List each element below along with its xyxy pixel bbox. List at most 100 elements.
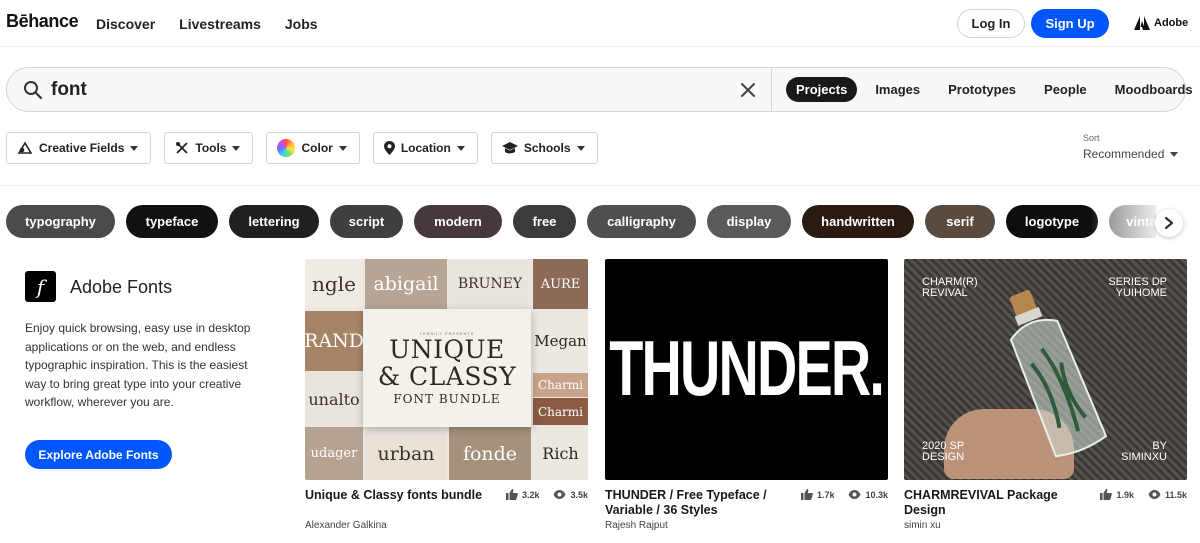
search-input[interactable]	[51, 76, 751, 104]
login-button[interactable]: Log In	[957, 9, 1025, 38]
font-sample-tile: RAND	[305, 311, 364, 371]
project-card[interactable]: THUNDER. THUNDER / Free Typeface / Varia…	[605, 259, 888, 540]
nav-link-livestreams[interactable]: Livestreams	[179, 16, 261, 32]
tag-chip-free[interactable]: free	[513, 205, 576, 238]
related-tags-row: typography typeface lettering script modern f…	[6, 205, 1156, 239]
project-card[interactable]: ngle abigail BRUNEY AURE RAND Megan unal…	[305, 259, 588, 540]
project-thumbnail[interactable]: ngle abigail BRUNEY AURE RAND Megan unal…	[305, 259, 588, 480]
pack-label-bottom-right: BY SIMINXU	[1121, 440, 1167, 463]
font-sample-tile: abigail	[365, 259, 447, 309]
tab-images[interactable]: Images	[865, 77, 930, 102]
eye-icon	[553, 490, 566, 499]
project-card[interactable]: CHARM(R) REVIVAL SERIES DP YUIHOME 2020 …	[904, 259, 1187, 540]
chevron-down-icon	[456, 145, 465, 151]
project-meta: THUNDER / Free Typeface / Variable / 36 …	[605, 480, 888, 540]
project-meta: Unique & Classy fonts bundle Alexander G…	[305, 480, 588, 540]
project-author[interactable]: Alexander Galkina	[305, 520, 387, 531]
search-bar: Projects Images Prototypes People Moodbo…	[6, 67, 1193, 112]
color-wheel-icon	[277, 139, 296, 157]
project-author[interactable]: simin xu	[904, 520, 941, 531]
font-sample-tile: Charmi	[533, 373, 588, 397]
project-title[interactable]: CHARMREVIVAL Package Design	[904, 488, 1084, 518]
project-thumbnail[interactable]: CHARM(R) REVIVAL SERIES DP YUIHOME 2020 …	[904, 259, 1187, 480]
section-divider	[0, 185, 1200, 186]
signup-button[interactable]: Sign Up	[1031, 9, 1109, 38]
project-title[interactable]: THUNDER / Free Typeface / Variable / 36 …	[605, 488, 785, 518]
filter-location[interactable]: Location	[372, 132, 478, 164]
filter-label: Schools	[523, 141, 571, 155]
tag-chip-serif[interactable]: serif	[925, 205, 995, 238]
pack-label-bottom-left: 2020 SP DESIGN	[922, 440, 965, 463]
thunder-wordmark: THUNDER.	[609, 326, 886, 413]
font-sample-tile: BRUNEY	[449, 259, 531, 309]
font-sample-tile: udager	[305, 427, 363, 480]
view-count: 11.5k	[1164, 489, 1187, 500]
tab-people[interactable]: People	[1034, 77, 1097, 102]
chevron-down-icon	[576, 145, 585, 151]
search-icon	[24, 81, 43, 100]
tag-chip-modern[interactable]: modern	[414, 205, 502, 238]
tag-chip-typeface[interactable]: typeface	[126, 205, 218, 238]
project-stats: 1.9k 11.5k	[1100, 489, 1187, 500]
behance-logo[interactable]: Bēhance	[6, 11, 79, 32]
sort-dropdown[interactable]: Sort Recommended	[1083, 133, 1179, 161]
filter-tools[interactable]: Tools	[164, 132, 254, 164]
filter-label: Tools	[195, 141, 227, 155]
tag-chip-handwritten[interactable]: handwritten	[802, 205, 914, 238]
cover-line-2: & CLASSY	[377, 361, 517, 391]
adobe-link[interactable]: Adobe	[1134, 16, 1188, 30]
location-pin-icon	[383, 141, 395, 155]
thumbs-up-icon	[1100, 489, 1113, 500]
explore-adobe-fonts-button[interactable]: Explore Adobe Fonts	[25, 440, 172, 469]
sort-label: Sort	[1083, 133, 1100, 143]
graduation-cap-icon	[501, 142, 518, 154]
project-stats: 1.7k 10.3k	[800, 489, 888, 500]
clear-search-icon[interactable]	[739, 81, 757, 99]
tag-chip-logotype[interactable]: logotype	[1006, 205, 1098, 238]
font-sample-tile: Charmi	[533, 398, 588, 425]
font-sample-tile: Rich	[533, 427, 588, 480]
tag-chip-lettering[interactable]: lettering	[229, 205, 319, 238]
tab-prototypes[interactable]: Prototypes	[938, 77, 1026, 102]
like-count: 3.2k	[521, 489, 540, 500]
filter-schools[interactable]: Schools	[490, 132, 598, 164]
filter-label: Color	[301, 141, 333, 155]
tag-chip-display[interactable]: display	[707, 205, 791, 238]
nav-link-discover[interactable]: Discover	[96, 16, 155, 32]
project-title[interactable]: Unique & Classy fonts bundle	[305, 488, 485, 503]
project-thumbnail[interactable]: THUNDER.	[605, 259, 888, 480]
tag-chip-typography[interactable]: typography	[6, 205, 115, 238]
tag-chip-calligraphy[interactable]: calligraphy	[587, 205, 696, 238]
pack-label-top-right: SERIES DP YUIHOME	[1108, 276, 1167, 299]
filter-creative-fields[interactable]: Creative Fields	[6, 132, 152, 164]
thumbs-up-icon	[505, 489, 518, 500]
tab-projects[interactable]: Projects	[786, 77, 858, 102]
font-sample-tile: Megan	[533, 311, 588, 371]
chips-next-button[interactable]	[1155, 209, 1183, 237]
tab-moodboards[interactable]: Moodboards	[1105, 77, 1200, 102]
filter-bar: Creative Fields Tools Color Location Sch…	[6, 132, 598, 164]
adobe-logo-icon	[1134, 16, 1150, 30]
filter-label: Location	[400, 141, 451, 155]
font-sample-tile: fonde	[449, 427, 531, 480]
adobe-fonts-title: Adobe Fonts	[70, 277, 173, 297]
like-count: 1.7k	[816, 489, 835, 500]
filter-color[interactable]: Color	[266, 132, 360, 164]
tools-icon	[176, 142, 189, 154]
adobe-label: Adobe	[1154, 17, 1189, 29]
chevron-down-icon	[338, 145, 347, 151]
chevron-down-icon	[130, 145, 139, 151]
search-type-tabs: Projects Images Prototypes People Moodbo…	[786, 77, 1200, 102]
creative-fields-icon	[17, 141, 33, 154]
sort-selected: Recommended	[1083, 147, 1165, 161]
font-sample-tile: urban	[365, 427, 447, 480]
nav-link-jobs[interactable]: Jobs	[285, 16, 318, 32]
main-nav-links: Discover Livestreams Jobs	[96, 16, 318, 32]
tag-chip-script[interactable]: script	[330, 205, 403, 238]
cover-line-1: UNIQUE	[389, 334, 505, 364]
font-sample-tile: unalto	[305, 373, 363, 425]
tag-chip-vintage[interactable]: vintage	[1109, 205, 1156, 238]
like-count: 1.9k	[1116, 489, 1134, 500]
project-author[interactable]: Rajesh Rajput	[605, 520, 668, 531]
chevron-down-icon	[1170, 151, 1179, 157]
